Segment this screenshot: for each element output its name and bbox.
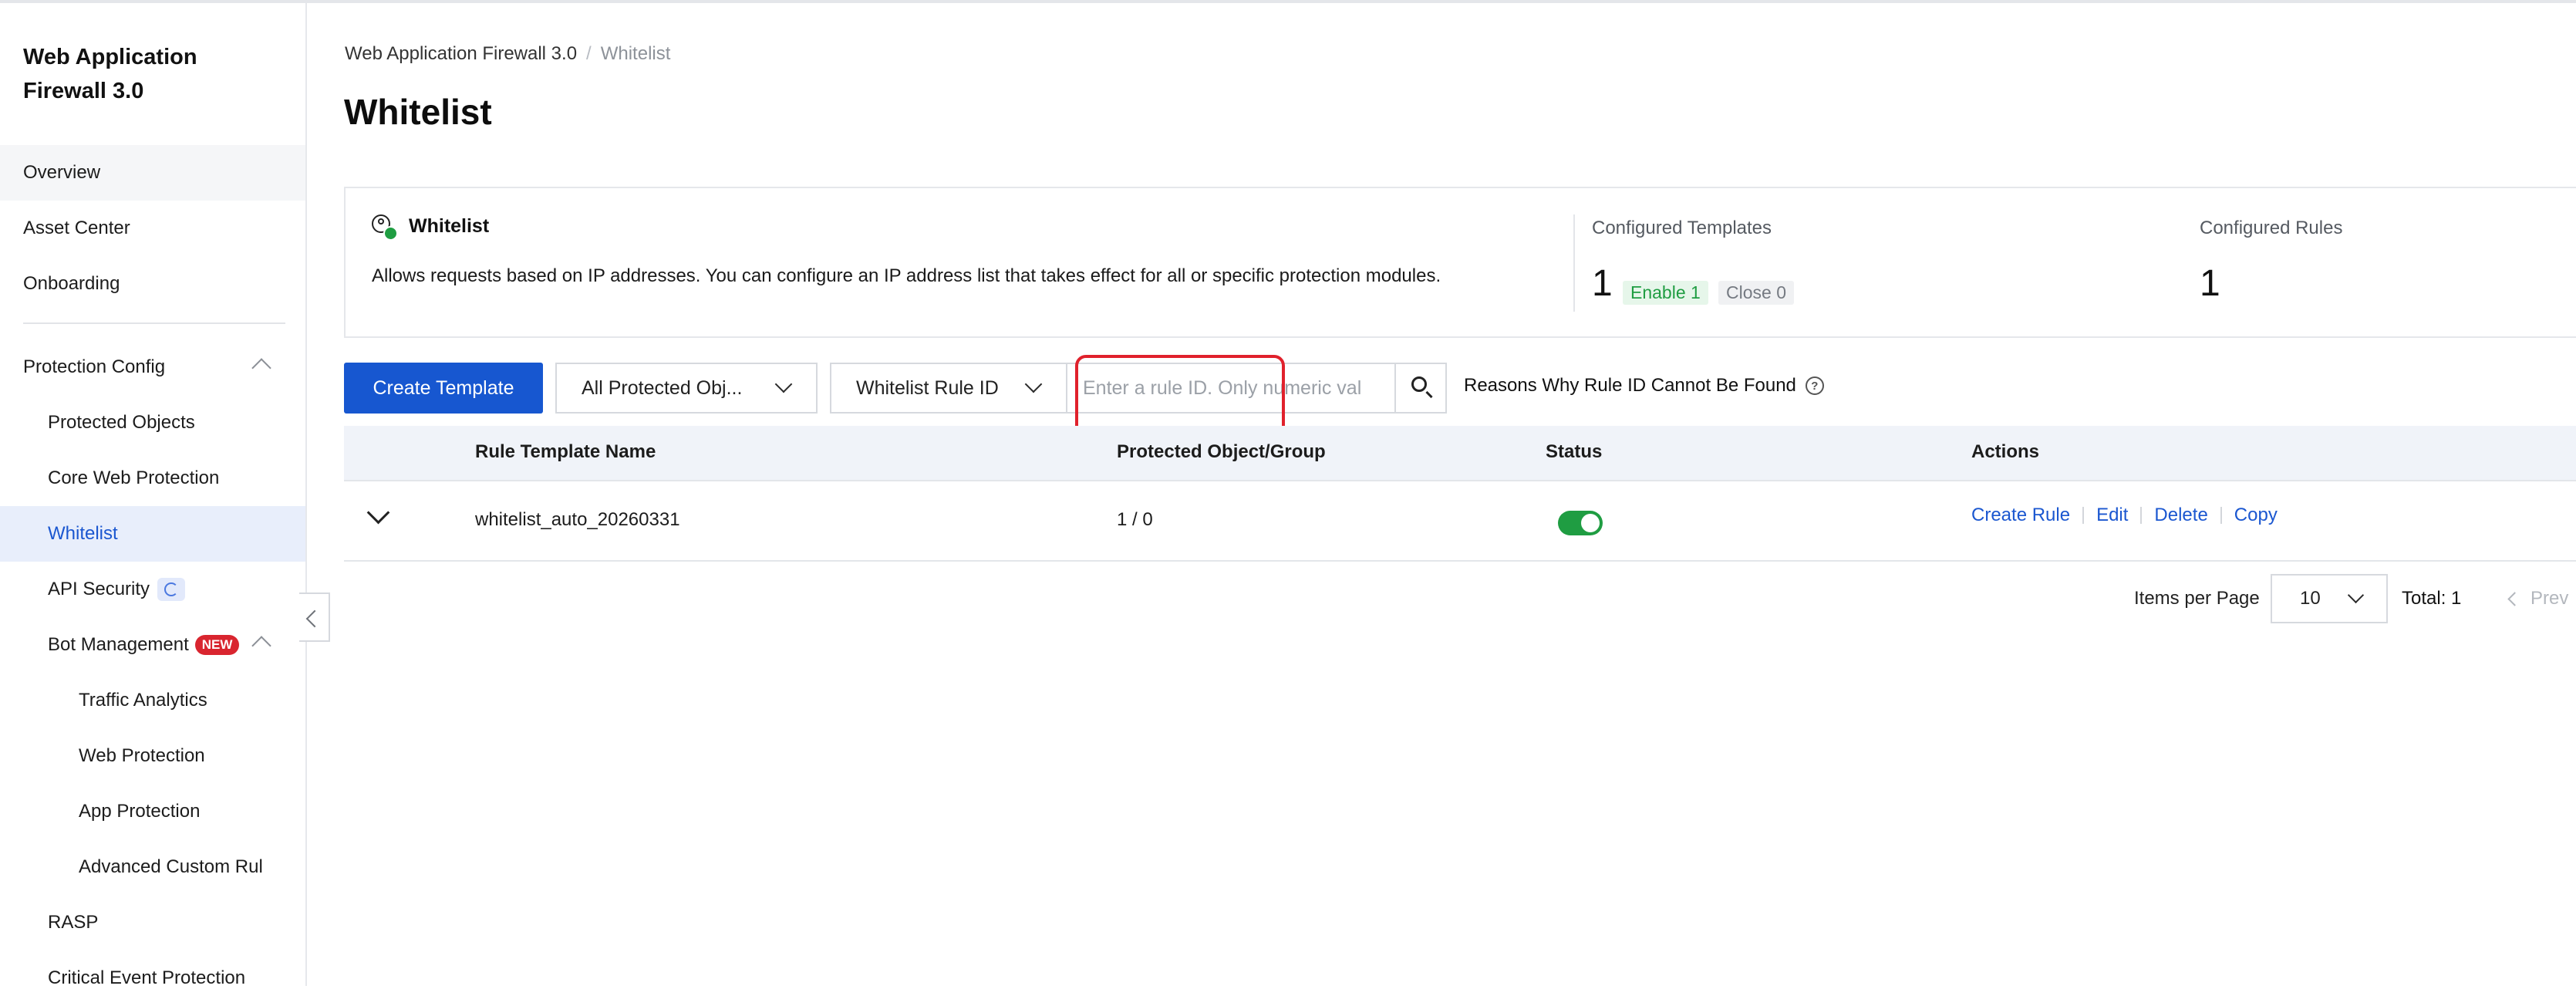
reasons-help-text: Reasons Why Rule ID Cannot Be Found — [1464, 375, 1796, 396]
whitelist-info-card: Whitelist Allows requests based on IP ad… — [344, 187, 2576, 338]
sidebar-item-label: Protected Objects — [48, 412, 195, 433]
sidebar-divider — [23, 322, 285, 324]
column-header-name: Rule Template Name — [475, 441, 656, 462]
action-divider — [2220, 507, 2222, 524]
sidebar-item-traffic-analytics[interactable]: Traffic Analytics — [0, 673, 305, 728]
configured-templates-value: 1 — [1592, 263, 1613, 304]
close-count-tag: Close 0 — [1718, 281, 1794, 305]
prev-page-label: Prev — [2530, 588, 2569, 609]
search-type-value: Whitelist Rule ID — [856, 376, 999, 399]
chevron-up-icon — [251, 358, 271, 378]
create-rule-link[interactable]: Create Rule — [1971, 505, 2070, 526]
enable-count-tag: Enable 1 — [1623, 281, 1708, 305]
sidebar-item-rasp[interactable]: RASP — [0, 895, 305, 950]
sidebar-item-label: Web Protection — [79, 745, 205, 766]
new-badge: NEW — [194, 635, 240, 655]
chevron-down-icon — [774, 375, 793, 393]
rule-id-search-input[interactable] — [1066, 363, 1396, 414]
search-icon — [1411, 376, 1427, 392]
sidebar-item-label: RASP — [48, 912, 99, 933]
sidebar: Web Application Firewall 3.0 Overview As… — [0, 3, 307, 988]
sidebar-item-web-protection[interactable]: Web Protection — [0, 728, 305, 784]
sidebar-item-advanced-custom-rules[interactable]: Advanced Custom Rul — [0, 839, 305, 895]
sidebar-item-label: API Security — [48, 579, 150, 599]
sidebar-item-onboarding[interactable]: Onboarding — [0, 256, 305, 312]
search-type-select[interactable]: Whitelist Rule ID — [830, 363, 1067, 414]
loading-icon — [157, 578, 186, 601]
top-border — [0, 0, 2576, 3]
sidebar-item-api-security[interactable]: API Security — [0, 562, 305, 617]
column-header-actions: Actions — [1971, 441, 2040, 462]
user-check-icon — [372, 214, 398, 241]
configured-rules-label: Configured Rules — [2200, 218, 2343, 238]
sidebar-item-whitelist[interactable]: Whitelist — [0, 506, 305, 562]
page-size-select[interactable]: 10 — [2271, 574, 2388, 623]
sidebar-item-protection-config[interactable]: Protection Config — [0, 339, 305, 395]
column-header-status: Status — [1546, 441, 1603, 462]
copy-link[interactable]: Copy — [2234, 505, 2278, 526]
chevron-left-icon — [2507, 591, 2522, 606]
breadcrumb: Web Application Firewall 3.0 / Whitelist — [345, 43, 670, 65]
page-title: Whitelist — [344, 92, 492, 132]
sidebar-item-label: Core Web Protection — [48, 468, 220, 488]
sidebar-item-label: Asset Center — [23, 218, 130, 238]
sidebar-item-label: Protection Config — [23, 356, 166, 377]
sidebar-collapse-button[interactable] — [299, 592, 330, 642]
total-count: Total: 1 — [2402, 588, 2462, 609]
sidebar-item-label: App Protection — [79, 801, 201, 822]
sidebar-item-bot-management[interactable]: Bot Management NEW — [0, 617, 305, 673]
expand-row-chevron-icon[interactable] — [366, 501, 390, 525]
breadcrumb-current: Whitelist — [600, 43, 671, 64]
prev-page-button[interactable]: Prev — [2507, 588, 2569, 609]
chevron-up-icon — [251, 636, 271, 656]
protected-object-filter[interactable]: All Protected Obj... — [555, 363, 818, 414]
sidebar-item-app-protection[interactable]: App Protection — [0, 784, 305, 839]
breadcrumb-root[interactable]: Web Application Firewall 3.0 — [345, 43, 577, 64]
card-title: Whitelist — [372, 214, 490, 241]
card-divider — [1573, 214, 1575, 312]
table-row: whitelist_auto_20260331 1 / 0 Create Rul… — [344, 481, 2576, 562]
protected-object-cell: 1 / 0 — [1117, 509, 1153, 530]
template-name-cell: whitelist_auto_20260331 — [475, 509, 680, 530]
configured-templates-label: Configured Templates — [1592, 218, 1772, 238]
chevron-down-icon — [2347, 586, 2365, 604]
delete-link[interactable]: Delete — [2154, 505, 2207, 526]
row-actions: Create Rule Edit Delete Copy — [1971, 505, 2278, 526]
sidebar-item-label: Onboarding — [23, 273, 120, 294]
reasons-help-link[interactable]: Reasons Why Rule ID Cannot Be Found ? — [1464, 375, 1824, 397]
sidebar-item-core-web-protection[interactable]: Core Web Protection — [0, 451, 305, 506]
status-toggle[interactable] — [1558, 511, 1603, 535]
edit-link[interactable]: Edit — [2096, 505, 2128, 526]
sidebar-item-label: Overview — [23, 162, 101, 183]
sidebar-item-asset-center[interactable]: Asset Center — [0, 201, 305, 256]
breadcrumb-separator: / — [586, 43, 592, 64]
sidebar-item-label: Bot Management — [48, 634, 189, 655]
action-divider — [2140, 507, 2143, 524]
table-header: Rule Template Name Protected Object/Grou… — [344, 426, 2576, 481]
page-size-value: 10 — [2300, 588, 2321, 609]
chevron-left-icon — [305, 609, 324, 628]
protected-object-filter-value: All Protected Obj... — [582, 376, 743, 399]
configured-rules-value: 1 — [2200, 263, 2220, 304]
sidebar-product-title: Web Application Firewall 3.0 — [23, 45, 197, 103]
action-divider — [2082, 507, 2085, 524]
sidebar-item-label: Whitelist — [48, 523, 118, 544]
create-template-button[interactable]: Create Template — [344, 363, 543, 414]
sidebar-item-overview[interactable]: Overview — [0, 145, 305, 201]
items-per-page-label: Items per Page — [2134, 588, 2260, 609]
sidebar-item-critical-event-protection[interactable]: Critical Event Protection — [0, 950, 305, 1006]
sidebar-item-label: Advanced Custom Rul — [79, 856, 263, 877]
question-circle-icon: ? — [1805, 376, 1824, 395]
card-title-text: Whitelist — [409, 214, 490, 237]
column-header-protected-object: Protected Object/Group — [1117, 441, 1326, 462]
sidebar-item-protected-objects[interactable]: Protected Objects — [0, 395, 305, 451]
search-button[interactable] — [1394, 363, 1447, 414]
sidebar-item-label: Traffic Analytics — [79, 690, 207, 711]
card-description: Allows requests based on IP addresses. Y… — [372, 265, 1441, 286]
chevron-down-icon — [1024, 375, 1043, 393]
